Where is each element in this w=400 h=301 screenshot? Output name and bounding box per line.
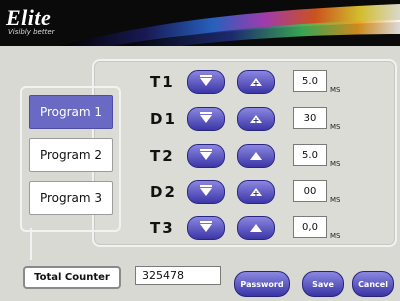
increase-icon	[250, 152, 262, 160]
plus-icon: +	[252, 189, 260, 198]
t1-unit: MS	[330, 86, 341, 94]
param-label-t3: T3	[150, 219, 175, 237]
t3-value-field[interactable]: 0,0	[293, 216, 327, 238]
d2-increase-button[interactable]: +	[237, 180, 275, 204]
total-counter-value: 325478	[135, 266, 221, 285]
d2-decrease-button[interactable]	[187, 180, 225, 204]
t2-value-field[interactable]: 5.0	[293, 144, 327, 166]
program-1-button[interactable]: Program 1	[29, 95, 113, 129]
t1-increase-button[interactable]: +	[237, 70, 275, 94]
plus-icon: +	[252, 116, 260, 125]
increase-icon	[250, 224, 262, 232]
decrease-icon	[200, 185, 212, 196]
t3-unit: MS	[330, 232, 341, 240]
decrease-icon	[200, 112, 212, 123]
t2-increase-button[interactable]	[237, 144, 275, 168]
program-3-button[interactable]: Program 3	[29, 181, 113, 215]
decrease-icon	[200, 221, 212, 232]
total-counter-label: Total Counter	[23, 266, 121, 289]
t1-value-field[interactable]: 5.0	[293, 70, 327, 92]
brand-tagline: Visibly better	[8, 28, 55, 36]
t2-decrease-button[interactable]	[187, 144, 225, 168]
plus-icon: +	[252, 79, 260, 88]
header-bar: Elite Visibly better	[0, 0, 400, 46]
param-label-d1: D1	[150, 110, 177, 128]
decrease-icon	[200, 75, 212, 86]
header-swoosh-graphic	[60, 4, 400, 46]
t1-decrease-button[interactable]	[187, 70, 225, 94]
decrease-icon	[200, 149, 212, 160]
param-label-d2: D2	[150, 183, 177, 201]
param-label-t1: T1	[150, 73, 175, 91]
d1-increase-button[interactable]: +	[237, 107, 275, 131]
t3-increase-button[interactable]	[237, 216, 275, 240]
d1-decrease-button[interactable]	[187, 107, 225, 131]
cancel-button[interactable]: Cancel	[352, 271, 394, 297]
save-button[interactable]: Save	[302, 271, 344, 297]
d2-value-field[interactable]: 00	[293, 180, 327, 202]
t3-decrease-button[interactable]	[187, 216, 225, 240]
d1-unit: MS	[330, 123, 341, 131]
program-2-button[interactable]: Program 2	[29, 138, 113, 172]
panel-connector-line	[30, 228, 32, 260]
param-label-t2: T2	[150, 147, 175, 165]
d1-value-field[interactable]: 30	[293, 107, 327, 129]
t2-unit: MS	[330, 160, 341, 168]
password-button[interactable]: Password	[234, 271, 290, 297]
d2-unit: MS	[330, 196, 341, 204]
